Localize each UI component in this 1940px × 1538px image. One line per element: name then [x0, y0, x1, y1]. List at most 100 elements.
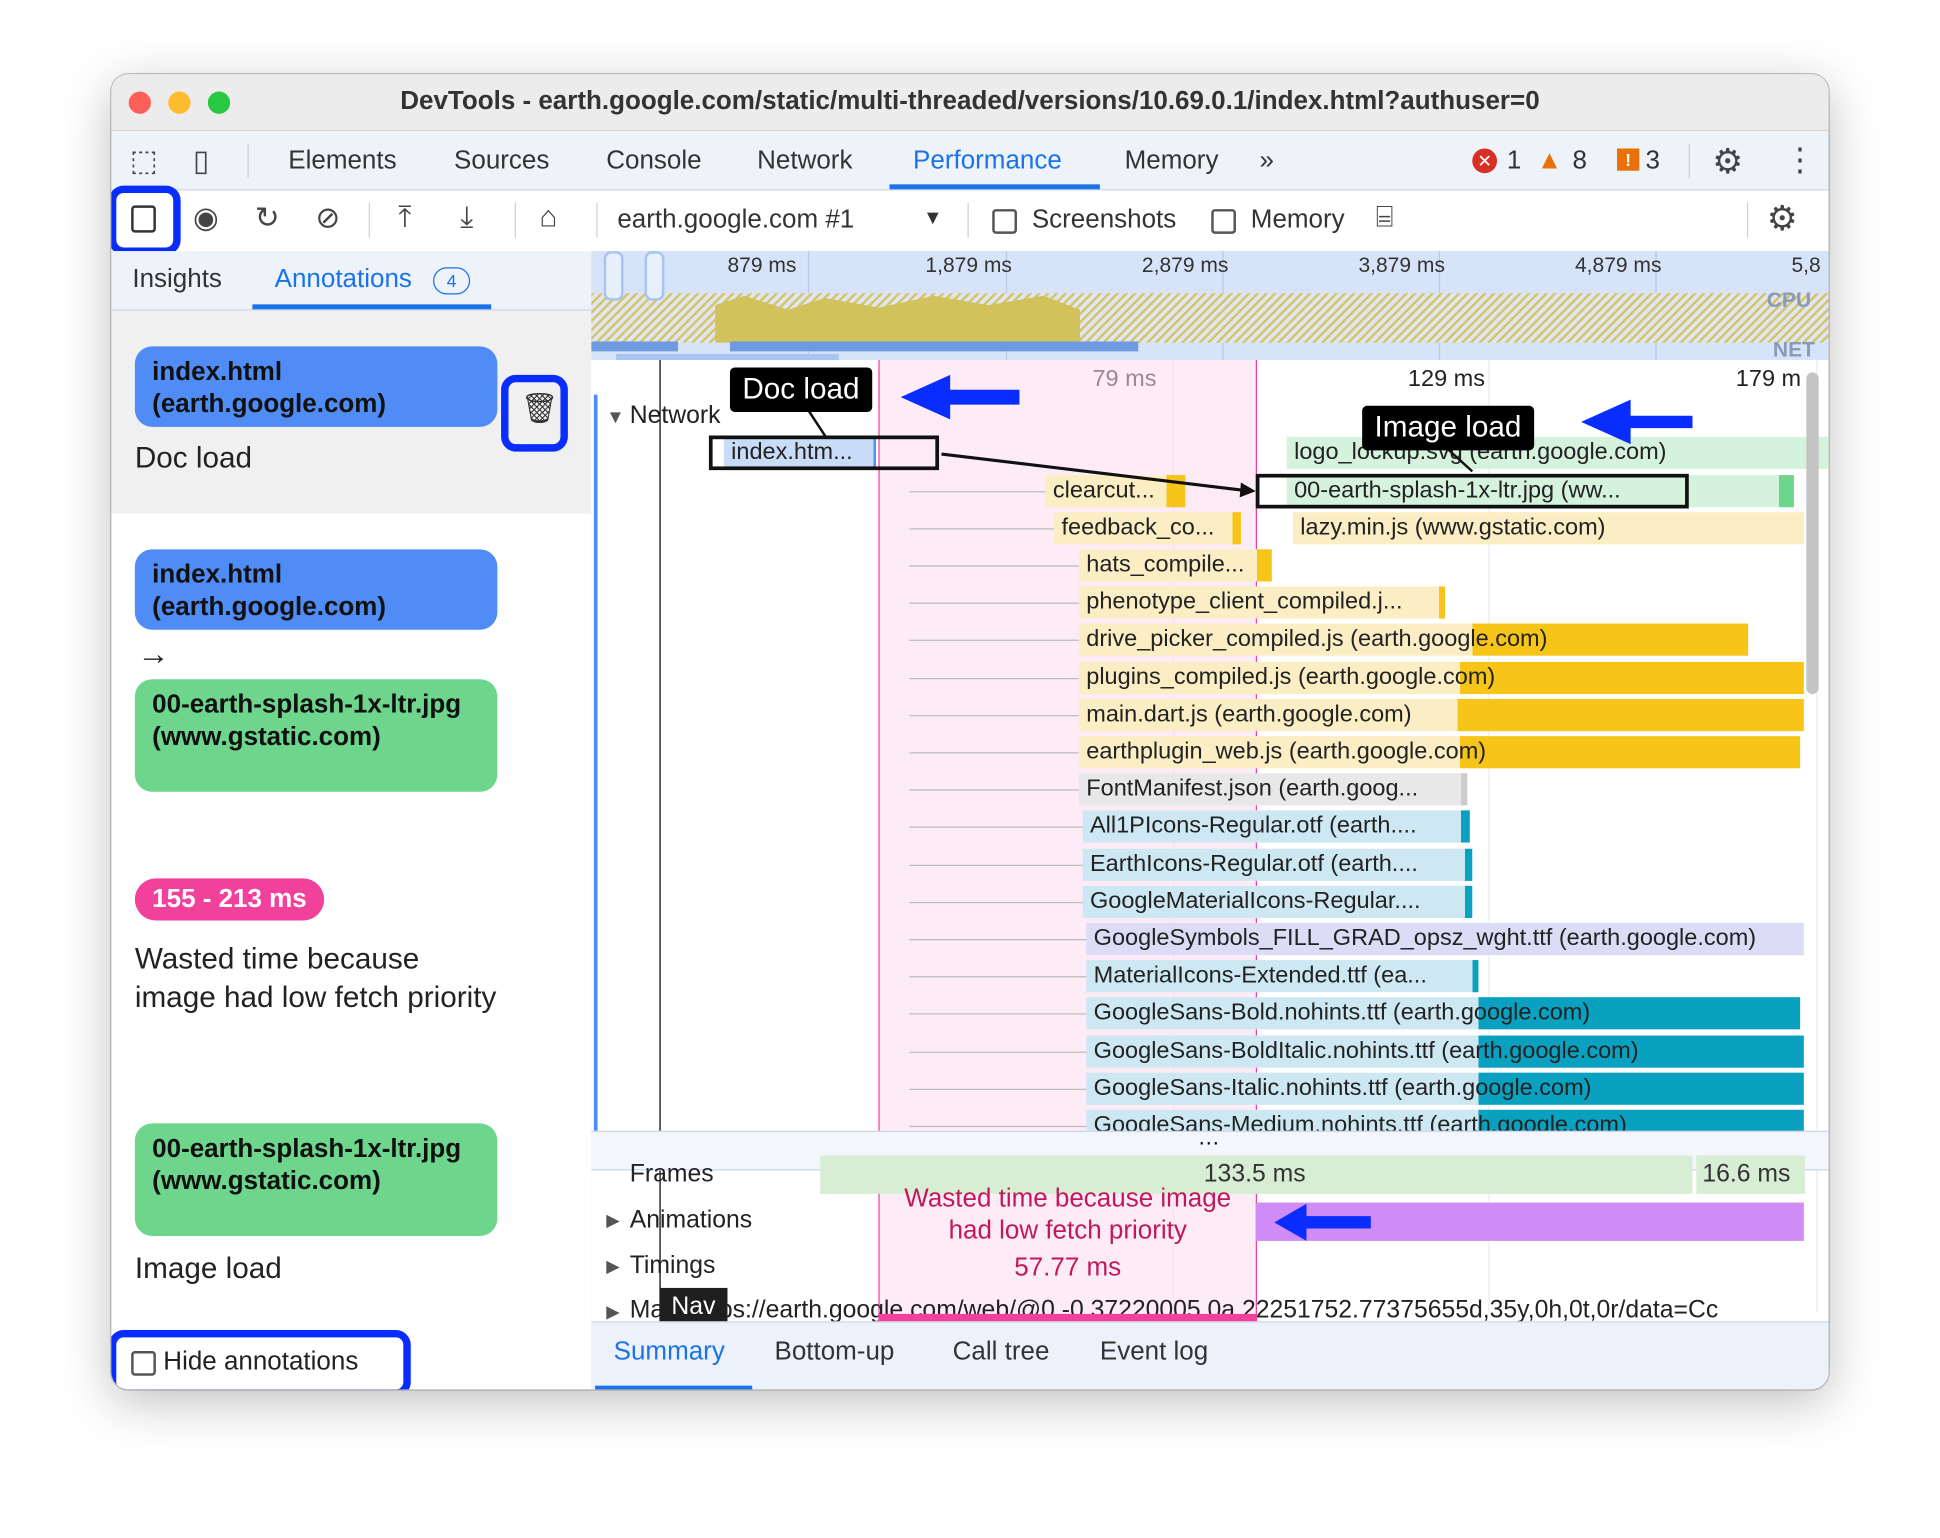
network-request-bar[interactable]: GoogleSans-BoldItalic.nohints.ttf (earth…: [1086, 1035, 1804, 1068]
expand-icon[interactable]: ▶: [606, 1302, 619, 1323]
reload-record-icon[interactable]: ↻: [255, 200, 280, 236]
hide-annotations-toggle[interactable]: Hide annotations: [111, 1329, 411, 1390]
annotation-entry-chip[interactable]: 00-earth-splash-1x-ltr.jpg (www.gstatic.…: [134, 1123, 498, 1236]
settings-gear-icon[interactable]: ⚙: [1712, 141, 1743, 182]
tab-event-log[interactable]: Event log: [1100, 1337, 1208, 1367]
network-request-bar[interactable]: plugins_compiled.js (earth.google.com): [1078, 661, 1804, 695]
screenshots-checkbox[interactable]: [992, 209, 1017, 234]
request-wait-whisker: [909, 639, 1079, 641]
animations-track-label[interactable]: Animations: [630, 1206, 752, 1234]
request-wait-whisker: [909, 976, 1087, 978]
request-label: EarthIcons-Regular.otf (earth....: [1089, 851, 1418, 878]
network-request-bar[interactable]: earthplugin_web.js (earth.google.com): [1078, 736, 1801, 769]
annotation-label: Wasted time because image had low fetch …: [134, 942, 497, 1015]
wasted-time-line: had low fetch priority: [948, 1216, 1187, 1245]
vertical-scrollbar[interactable]: [1806, 372, 1819, 695]
range-handle-left[interactable]: [603, 251, 624, 301]
overview-tick-label: 2,879 ms: [1141, 253, 1229, 278]
issue-icon[interactable]: !: [1617, 148, 1640, 171]
tab-elements[interactable]: Elements: [288, 146, 396, 176]
tab-network[interactable]: Network: [757, 146, 852, 176]
timeline-overview[interactable]: 879 ms 1,879 ms 2,879 ms 3,879 ms 4,879 ms 5,…: [591, 251, 1829, 362]
tab-call-tree[interactable]: Call tree: [953, 1337, 1050, 1367]
home-icon[interactable]: ⌂: [539, 200, 557, 235]
overview-tick-label: 3,879 ms: [1358, 253, 1445, 278]
memory-checkbox[interactable]: [1211, 209, 1236, 234]
tab-summary[interactable]: Summary: [614, 1337, 725, 1367]
tab-performance[interactable]: Performance: [913, 146, 1062, 176]
range-handle-right[interactable]: [644, 251, 665, 301]
network-request-bar[interactable]: FontManifest.json (earth.goog...: [1078, 773, 1468, 806]
request-wait-whisker: [909, 901, 1083, 904]
request-wait-whisker: [909, 789, 1079, 791]
network-request-bar[interactable]: GoogleMaterialIcons-Regular....: [1082, 885, 1473, 919]
toggle-sidebar-button[interactable]: [111, 185, 181, 255]
inspect-element-icon[interactable]: ⬚: [130, 144, 158, 180]
frame-bar[interactable]: 16.6 ms: [1696, 1155, 1806, 1194]
request-label: MaterialIcons-Extended.ttf (ea...: [1093, 962, 1427, 989]
link-to-chip[interactable]: 00-earth-splash-1x-ltr.jpg (www.gstatic.…: [134, 679, 498, 792]
warning-count[interactable]: 8: [1572, 146, 1586, 176]
network-request-bar[interactable]: MaterialIcons-Extended.ttf (ea...: [1086, 960, 1479, 993]
annotation-entry-chip: index.html (earth.google.com): [134, 346, 498, 427]
expand-icon[interactable]: ▶: [606, 1256, 619, 1277]
timings-track-label[interactable]: Timings: [630, 1252, 716, 1280]
error-icon[interactable]: ✕: [1472, 148, 1498, 174]
request-label: GoogleSans-Bold.nohints.ttf (earth.googl…: [1093, 999, 1591, 1026]
warning-icon[interactable]: ▲: [1537, 146, 1563, 176]
request-label: GoogleMaterialIcons-Regular....: [1089, 888, 1421, 915]
arrow-left-icon: [1581, 399, 1693, 445]
network-request-bar[interactable]: All1PIcons-Regular.otf (earth....: [1082, 810, 1470, 843]
tab-sources[interactable]: Sources: [454, 146, 549, 176]
hide-annotations-label: Hide annotations: [163, 1347, 359, 1376]
upload-icon[interactable]: ⤒: [398, 200, 411, 235]
network-request-bar[interactable]: GoogleSans-Bold.nohints.ttf (earth.googl…: [1086, 997, 1801, 1030]
network-request-bar[interactable]: drive_picker_compiled.js (earth.google.c…: [1078, 623, 1749, 656]
request-wait-whisker: [909, 1125, 1087, 1128]
network-request-bar[interactable]: EarthIcons-Regular.otf (earth....: [1082, 848, 1473, 881]
request-wait-whisker: [909, 752, 1079, 754]
hide-annotations-checkbox[interactable]: [131, 1351, 156, 1376]
net-label: NET: [1772, 337, 1815, 362]
screenshots-label[interactable]: Screenshots: [1032, 205, 1176, 235]
request-wait-whisker: [909, 1013, 1087, 1015]
more-options-icon[interactable]: ⋮: [1784, 141, 1816, 179]
record-icon[interactable]: ◉: [193, 200, 219, 236]
tab-console[interactable]: Console: [606, 146, 701, 176]
window-title: DevTools - earth.google.com/static/multi…: [400, 86, 1540, 116]
error-count[interactable]: 1: [1507, 146, 1521, 176]
tab-bottom-up[interactable]: Bottom-up: [774, 1337, 894, 1367]
nav-marker[interactable]: Nav: [659, 1287, 728, 1326]
device-toolbar-icon[interactable]: ▯: [193, 144, 209, 180]
network-request-bar[interactable]: GoogleSans-Italic.nohints.ttf (earth.goo…: [1086, 1072, 1804, 1105]
request-wait-whisker: [909, 864, 1083, 867]
chevron-down-icon[interactable]: ▼: [923, 208, 943, 230]
image-load-callout[interactable]: Image load: [1362, 405, 1534, 451]
more-tabs-icon[interactable]: »: [1259, 146, 1273, 176]
overview-tick-label: 4,879 ms: [1574, 253, 1662, 278]
expand-icon[interactable]: ▶: [606, 1210, 619, 1231]
target-select[interactable]: earth.google.com #1: [617, 205, 854, 235]
tab-annotations[interactable]: Annotations: [275, 265, 412, 295]
request-label: earthplugin_web.js (earth.google.com): [1086, 738, 1487, 765]
frames-track-label[interactable]: Frames: [630, 1160, 714, 1188]
tab-memory[interactable]: Memory: [1125, 146, 1219, 176]
request-wait-whisker: [909, 715, 1079, 717]
overview-tick-label: 5,8: [1791, 253, 1821, 278]
download-icon[interactable]: ⤓: [460, 200, 473, 235]
time-range-chip[interactable]: 155 - 213 ms: [134, 878, 325, 921]
flame-chart[interactable]: 79 ms129 ms179 m ▼ Network index.htm...l…: [591, 360, 1829, 1326]
garbage-collect-icon[interactable]: ⌸: [1376, 200, 1394, 235]
network-request-bar[interactable]: main.dart.js (earth.google.com): [1078, 699, 1804, 732]
annotation-item-selected[interactable]: index.html (earth.google.com) 🗑 Doc load: [111, 310, 592, 514]
clear-icon[interactable]: ⊘: [315, 200, 340, 236]
delete-annotation-button[interactable]: 🗑: [501, 374, 568, 452]
tab-insights[interactable]: Insights: [132, 265, 222, 295]
issue-count[interactable]: 3: [1645, 146, 1659, 176]
doc-load-callout[interactable]: Doc load: [729, 367, 872, 412]
link-from-chip[interactable]: index.html (earth.google.com): [134, 549, 498, 630]
memory-label[interactable]: Memory: [1251, 205, 1345, 235]
network-request-bar[interactable]: GoogleSymbols_FILL_GRAD_opsz_wght.ttf (e…: [1086, 922, 1804, 956]
capture-settings-icon[interactable]: ⚙: [1767, 198, 1798, 239]
overview-tick-label: 1,879 ms: [925, 253, 1012, 278]
